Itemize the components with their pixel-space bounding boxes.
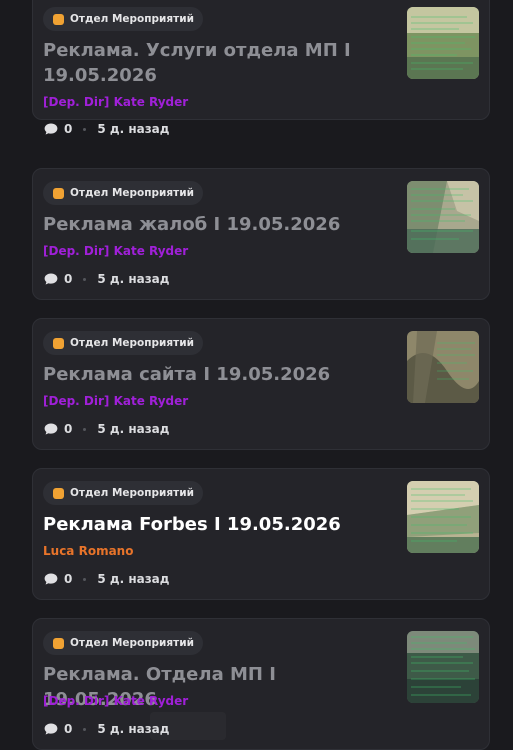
meta-separator	[83, 127, 87, 131]
post-card[interactable]: Отдел Мероприятий Реклама. Услуги отдела…	[32, 0, 490, 136]
tag-label: Отдел Мероприятий	[70, 187, 194, 199]
post-title[interactable]: Реклама жалоб I 19.05.2026	[43, 212, 388, 237]
post-title[interactable]: Реклама. Услуги отдела МП I 19.05.2026	[43, 38, 388, 88]
comment-count: 0	[64, 722, 73, 736]
post-thumbnail[interactable]	[407, 331, 479, 403]
speech-bubble-icon	[44, 423, 58, 435]
post-author[interactable]: [Dep. Dir] Kate Ryder	[43, 694, 188, 708]
tag-label: Отдел Мероприятий	[70, 13, 194, 25]
post-author[interactable]: [Dep. Dir] Kate Ryder	[43, 394, 188, 408]
post-card[interactable]: Отдел Мероприятий Реклама жалоб I 19.05.…	[32, 168, 490, 300]
tag-label: Отдел Мероприятий	[70, 337, 194, 349]
post-time: 5 д. назад	[97, 272, 170, 286]
tag-square-icon	[53, 487, 64, 499]
speech-bubble-icon	[44, 123, 58, 135]
forum-post-feed: Отдел Мероприятий Реклама. Услуги отдела…	[0, 0, 513, 750]
speech-bubble-icon	[44, 273, 58, 285]
post-author[interactable]: Luca Romano	[43, 544, 133, 558]
tag-chip[interactable]: Отдел Мероприятий	[43, 331, 203, 355]
tag-square-icon	[53, 337, 64, 349]
post-thumbnail[interactable]	[407, 7, 479, 79]
post-time: 5 д. назад	[97, 422, 170, 436]
tag-chip[interactable]: Отдел Мероприятий	[43, 631, 203, 655]
post-time: 5 д. назад	[97, 572, 170, 586]
post-card[interactable]: Отдел Мероприятий Реклама сайта I 19.05.…	[32, 318, 490, 450]
post-meta: 0 5 д. назад	[44, 571, 169, 587]
tag-square-icon	[53, 637, 64, 649]
post-thumbnail[interactable]	[407, 631, 479, 703]
post-title[interactable]: Реклама сайта I 19.05.2026	[43, 362, 388, 387]
post-thumbnail[interactable]	[407, 481, 479, 553]
comment-count: 0	[64, 122, 73, 136]
post-author[interactable]: [Dep. Dir] Kate Ryder	[43, 244, 188, 258]
post-author[interactable]: [Dep. Dir] Kate Ryder	[43, 95, 188, 109]
tag-chip[interactable]: Отдел Мероприятий	[43, 481, 203, 505]
post-thumbnail[interactable]	[407, 181, 479, 253]
tag-label: Отдел Мероприятий	[70, 487, 194, 499]
tag-label: Отдел Мероприятий	[70, 637, 194, 649]
tag-chip[interactable]: Отдел Мероприятий	[43, 7, 203, 31]
meta-separator	[83, 427, 87, 431]
comment-count: 0	[64, 272, 73, 286]
post-card[interactable]: Отдел Мероприятий Реклама. Отдела МП I 1…	[32, 618, 490, 750]
meta-separator	[83, 277, 87, 281]
post-meta: 0 5 д. назад	[44, 421, 169, 437]
tag-square-icon	[53, 13, 64, 25]
tag-chip[interactable]: Отдел Мероприятий	[43, 181, 203, 205]
scroll-overlay	[150, 712, 226, 740]
comment-count: 0	[64, 572, 73, 586]
post-time: 5 д. назад	[97, 122, 170, 136]
speech-bubble-icon	[44, 573, 58, 585]
comment-count: 0	[64, 422, 73, 436]
meta-separator	[83, 727, 87, 731]
post-meta: 0 5 д. назад	[44, 121, 169, 137]
post-meta: 0 5 д. назад	[44, 271, 169, 287]
tag-square-icon	[53, 187, 64, 199]
post-card[interactable]: Отдел Мероприятий Реклама Forbes I 19.05…	[32, 468, 490, 600]
meta-separator	[83, 577, 87, 581]
speech-bubble-icon	[44, 723, 58, 735]
post-title[interactable]: Реклама Forbes I 19.05.2026	[43, 512, 388, 537]
